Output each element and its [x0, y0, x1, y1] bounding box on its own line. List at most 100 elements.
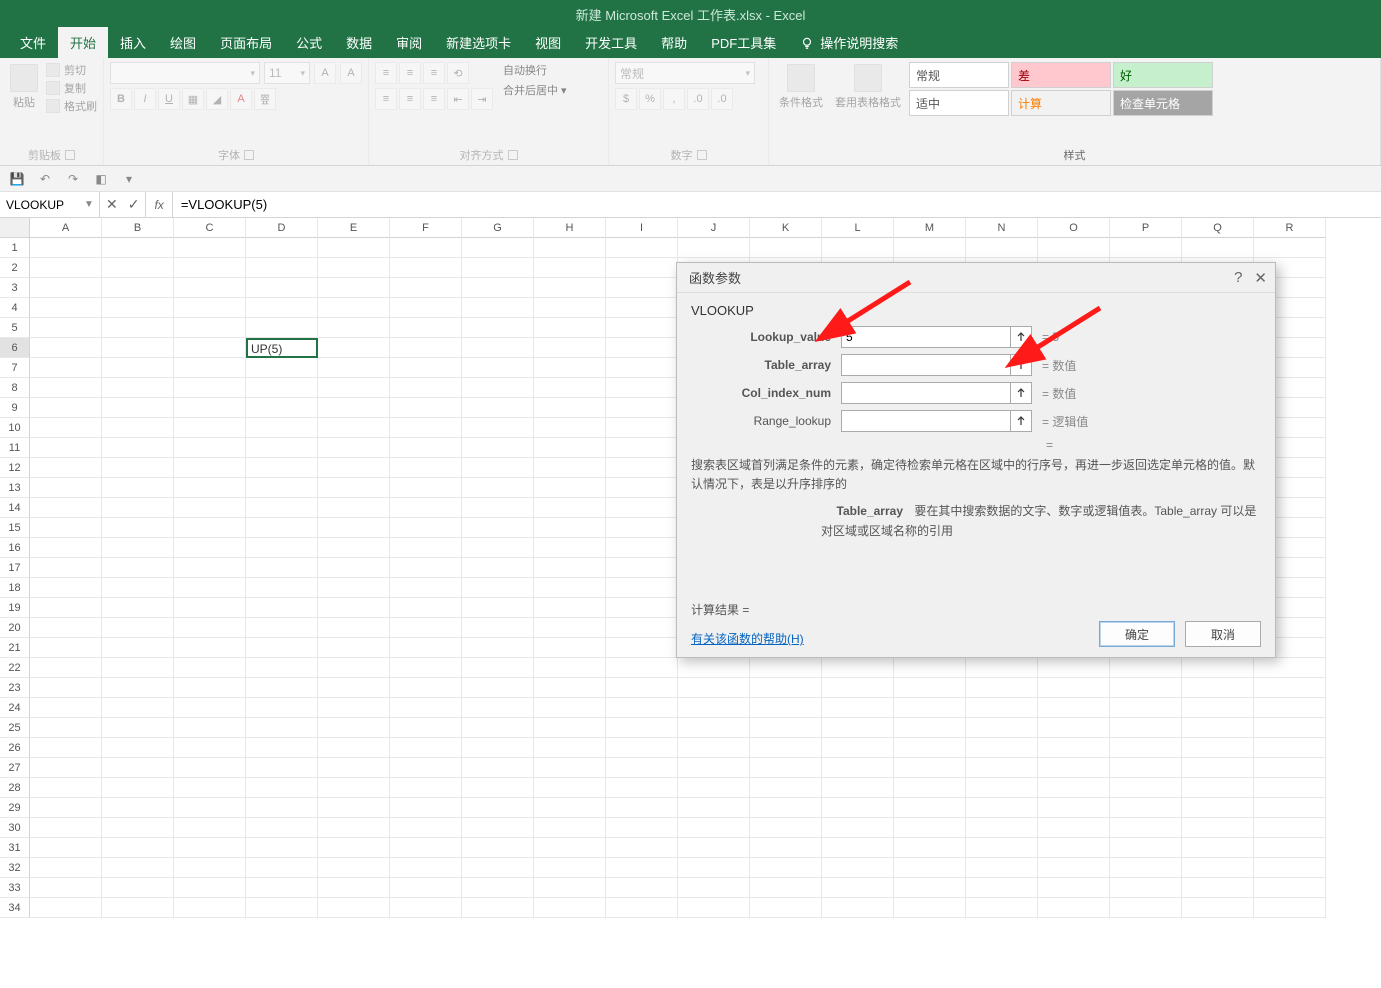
- cell[interactable]: [318, 498, 390, 518]
- row-header[interactable]: 34: [0, 898, 30, 918]
- cell[interactable]: [30, 258, 102, 278]
- row-header[interactable]: 3: [0, 278, 30, 298]
- cell[interactable]: [750, 898, 822, 918]
- cell[interactable]: [966, 858, 1038, 878]
- cell[interactable]: [462, 618, 534, 638]
- cell[interactable]: [390, 398, 462, 418]
- cell[interactable]: [1038, 238, 1110, 258]
- cell[interactable]: [174, 638, 246, 658]
- cell[interactable]: [606, 418, 678, 438]
- cell[interactable]: [30, 438, 102, 458]
- cell[interactable]: [174, 458, 246, 478]
- column-header[interactable]: N: [966, 218, 1038, 238]
- cell[interactable]: [678, 858, 750, 878]
- cell[interactable]: [390, 318, 462, 338]
- cell[interactable]: [1110, 718, 1182, 738]
- style-check-cell[interactable]: 检查单元格: [1113, 90, 1213, 116]
- cell[interactable]: [606, 658, 678, 678]
- cell[interactable]: [606, 858, 678, 878]
- cell[interactable]: [102, 698, 174, 718]
- cell[interactable]: [822, 898, 894, 918]
- cell[interactable]: [606, 518, 678, 538]
- cell[interactable]: [318, 798, 390, 818]
- format-painter-button[interactable]: 格式刷: [46, 98, 97, 114]
- cell[interactable]: [102, 758, 174, 778]
- cell[interactable]: [462, 498, 534, 518]
- row-header[interactable]: 23: [0, 678, 30, 698]
- align-top-button[interactable]: ≡: [375, 62, 397, 84]
- cell[interactable]: [318, 278, 390, 298]
- cell[interactable]: [966, 878, 1038, 898]
- style-good[interactable]: 好: [1113, 62, 1213, 88]
- cell[interactable]: [174, 738, 246, 758]
- cell[interactable]: [30, 618, 102, 638]
- cell[interactable]: [318, 658, 390, 678]
- cell[interactable]: [894, 238, 966, 258]
- cell[interactable]: [966, 758, 1038, 778]
- arg-col-index-input[interactable]: [841, 382, 1011, 404]
- cell[interactable]: [894, 758, 966, 778]
- cell[interactable]: [462, 258, 534, 278]
- cell[interactable]: [1110, 698, 1182, 718]
- cell[interactable]: [30, 338, 102, 358]
- cell[interactable]: [606, 838, 678, 858]
- qat-redo-button[interactable]: ↷: [64, 170, 82, 188]
- cell[interactable]: [174, 258, 246, 278]
- cell[interactable]: [246, 458, 318, 478]
- copy-button[interactable]: 复制: [46, 80, 97, 96]
- cell[interactable]: [1182, 738, 1254, 758]
- cell[interactable]: [246, 898, 318, 918]
- cell[interactable]: [534, 418, 606, 438]
- cell[interactable]: [30, 558, 102, 578]
- cell[interactable]: [318, 458, 390, 478]
- cell[interactable]: [462, 698, 534, 718]
- cell[interactable]: [246, 398, 318, 418]
- tab-formulas[interactable]: 公式: [284, 27, 334, 58]
- column-header[interactable]: J: [678, 218, 750, 238]
- cell[interactable]: [246, 578, 318, 598]
- cell[interactable]: [606, 278, 678, 298]
- cell[interactable]: [30, 318, 102, 338]
- cell[interactable]: [678, 738, 750, 758]
- cell[interactable]: [390, 878, 462, 898]
- cell[interactable]: [1110, 838, 1182, 858]
- cell[interactable]: [246, 638, 318, 658]
- cell[interactable]: [1038, 878, 1110, 898]
- cell[interactable]: [534, 498, 606, 518]
- cell[interactable]: [246, 478, 318, 498]
- cell[interactable]: [1182, 758, 1254, 778]
- cell[interactable]: [102, 518, 174, 538]
- cell[interactable]: [750, 238, 822, 258]
- cell[interactable]: [462, 898, 534, 918]
- row-header[interactable]: 6: [0, 338, 30, 358]
- cell[interactable]: [318, 878, 390, 898]
- cell[interactable]: [1038, 858, 1110, 878]
- cell[interactable]: [246, 438, 318, 458]
- cell[interactable]: [390, 438, 462, 458]
- cell[interactable]: [534, 298, 606, 318]
- cell[interactable]: [462, 438, 534, 458]
- cell[interactable]: [894, 838, 966, 858]
- cell[interactable]: [30, 398, 102, 418]
- cell[interactable]: [174, 498, 246, 518]
- decrease-font-button[interactable]: A: [340, 62, 362, 84]
- cell[interactable]: [174, 758, 246, 778]
- cell[interactable]: [1038, 678, 1110, 698]
- tab-view[interactable]: 视图: [523, 27, 573, 58]
- cell[interactable]: [750, 778, 822, 798]
- cell[interactable]: [822, 678, 894, 698]
- cell[interactable]: [750, 838, 822, 858]
- cell[interactable]: [174, 798, 246, 818]
- dialog-title-bar[interactable]: 函数参数 ? ✕: [677, 263, 1275, 293]
- conditional-formatting-button[interactable]: 条件格式: [775, 62, 827, 112]
- font-color-button[interactable]: A: [230, 88, 252, 110]
- cell[interactable]: [606, 718, 678, 738]
- cell[interactable]: [822, 658, 894, 678]
- cell[interactable]: [894, 798, 966, 818]
- number-launcher-icon[interactable]: [697, 150, 707, 160]
- cell[interactable]: [534, 458, 606, 478]
- alignment-launcher-icon[interactable]: [508, 150, 518, 160]
- bold-button[interactable]: B: [110, 88, 132, 110]
- row-header[interactable]: 33: [0, 878, 30, 898]
- cell[interactable]: [1038, 898, 1110, 918]
